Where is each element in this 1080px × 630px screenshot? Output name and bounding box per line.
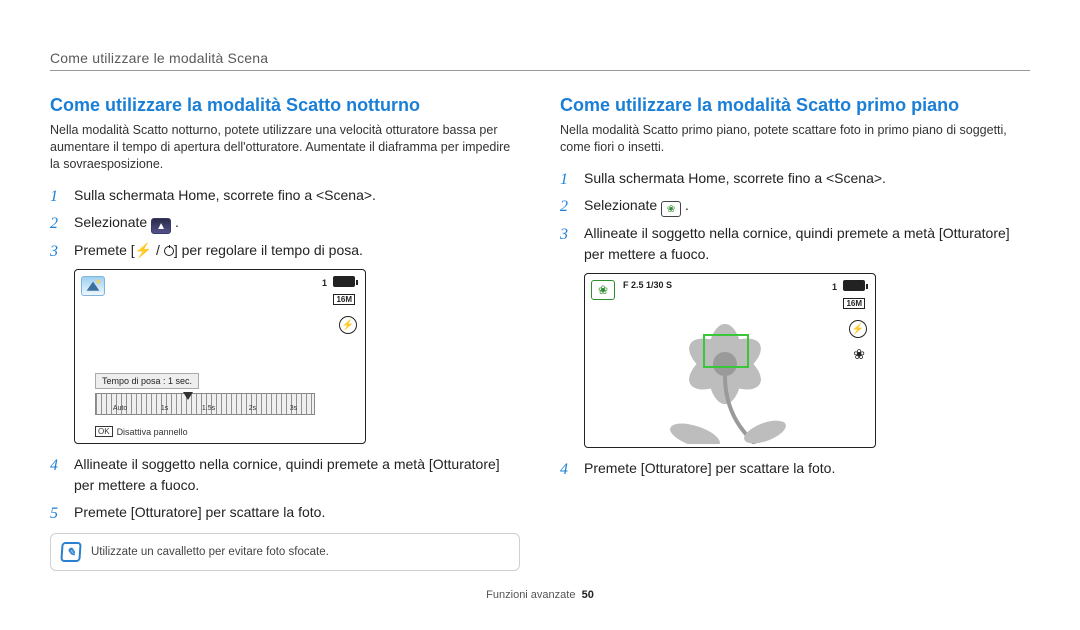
section-close-up: Come utilizzare la modalità Scatto primo… [560,95,1030,571]
step-1: 1 Sulla schermata Home, scorrete fino a … [50,185,520,206]
page-number: 50 [582,589,594,601]
ruler-label: Auto [113,405,127,412]
step-text: Premete [Otturatore] per scattare la fot… [584,460,835,476]
lcd-screenshot-macro: ❀ F 2.5 1/30 S 1 16M ⚡ ❀ [584,273,876,448]
flower-illustration [625,304,825,444]
step-text: Sulla schermata Home, scorrete fino a <S… [74,187,376,203]
ruler-label: 1.5s [202,405,215,412]
step-text: Sulla schermata Home, scorrete fino a <S… [584,170,886,186]
running-header: Come utilizzare le modalità Scena [50,50,1030,66]
battery-icon [843,280,865,291]
steps-list-cont: 4 Premete [Otturatore] per scattare la f… [560,458,1030,479]
step-text-a: Premete [ [74,242,135,258]
macro-mode-icon: ❀ [661,201,681,217]
step-2: 2 Selezionate ▲ . [50,212,520,235]
section-heading: Come utilizzare la modalità Scatto primo… [560,95,1030,116]
page-footer: Funzioni avanzate 50 [50,589,1030,601]
step-4: 4 Premete [Otturatore] per scattare la f… [560,458,1030,479]
frame-counter: 1 [832,282,837,292]
ruler-label: 1s [161,405,168,412]
steps-list: 1 Sulla schermata Home, scorrete fino a … [50,185,520,262]
mode-badge-icon: ❀ [591,280,615,300]
steps-list-cont: 4 Allineate il soggetto nella cornice, q… [50,454,520,523]
section-night-shot: Come utilizzare la modalità Scatto nottu… [50,95,520,571]
flash-indicator-icon: ⚡ [339,316,357,334]
flash-icon: ⚡ [135,242,152,258]
night-mode-icon: ▲ [151,218,171,234]
exposure-label: Tempo di posa : 1 sec. [95,373,199,389]
step-3: 3 Premete [⚡ / ] per regolare il tempo d… [50,240,520,261]
aperture-readout: F 2.5 1/30 S [623,280,672,290]
flash-indicator-icon: ⚡ [849,320,867,338]
section-intro: Nella modalità Scatto notturno, potete u… [50,122,520,173]
tip-callout: ✎ Utilizzate un cavalletto per evitare f… [50,533,520,571]
section-heading: Come utilizzare la modalità Scatto nottu… [50,95,520,116]
tip-text: Utilizzate un cavalletto per evitare fot… [91,546,329,558]
step-text-b: ] per regolare il tempo di posa. [174,242,363,258]
timer-icon [164,246,174,256]
step-text-b: . [175,214,179,230]
step-text: Premete [Otturatore] per scattare la fot… [74,504,325,520]
ok-button[interactable]: OK [95,426,113,437]
mode-badge-icon [81,276,105,296]
section-intro: Nella modalità Scatto primo piano, potet… [560,122,1030,156]
steps-list: 1 Sulla schermata Home, scorrete fino a … [560,168,1030,266]
focus-frame [703,334,749,368]
step-sep: / [152,242,164,258]
macro-indicator-icon: ❀ [853,346,865,363]
resolution-badge: 16M [843,298,865,309]
step-text: Allineate il soggetto nella cornice, qui… [584,225,1010,262]
step-text-b: . [685,197,689,213]
resolution-badge: 16M [333,294,355,305]
step-1: 1 Sulla schermata Home, scorrete fino a … [560,168,1030,189]
step-text-a: Selezionate [74,214,151,230]
frame-counter: 1 [322,278,327,288]
step-text: Allineate il soggetto nella cornice, qui… [74,456,500,493]
ok-disable-panel[interactable]: OK Disattiva pannello [95,426,188,437]
ruler-label: 3s [290,405,297,412]
ok-text: Disattiva pannello [117,427,188,437]
ruler-label: 2s [249,405,256,412]
exposure-panel: Tempo di posa : 1 sec. Auto 1s 1.5s 2s 3… [95,371,315,415]
exposure-ruler[interactable]: Auto 1s 1.5s 2s 3s [95,393,315,415]
step-5: 5 Premete [Otturatore] per scattare la f… [50,502,520,523]
note-icon: ✎ [60,542,81,562]
header-rule [50,70,1030,71]
step-text-a: Selezionate [584,197,661,213]
step-3: 3 Allineate il soggetto nella cornice, q… [560,223,1030,265]
lcd-screenshot-night: 1 16M ⚡ Tempo di posa : 1 sec. Auto 1s [74,269,366,444]
footer-label: Funzioni avanzate [486,589,575,601]
exposure-needle-icon [183,392,193,400]
step-4: 4 Allineate il soggetto nella cornice, q… [50,454,520,496]
battery-icon [333,276,355,287]
step-2: 2 Selezionate ❀ . [560,195,1030,218]
